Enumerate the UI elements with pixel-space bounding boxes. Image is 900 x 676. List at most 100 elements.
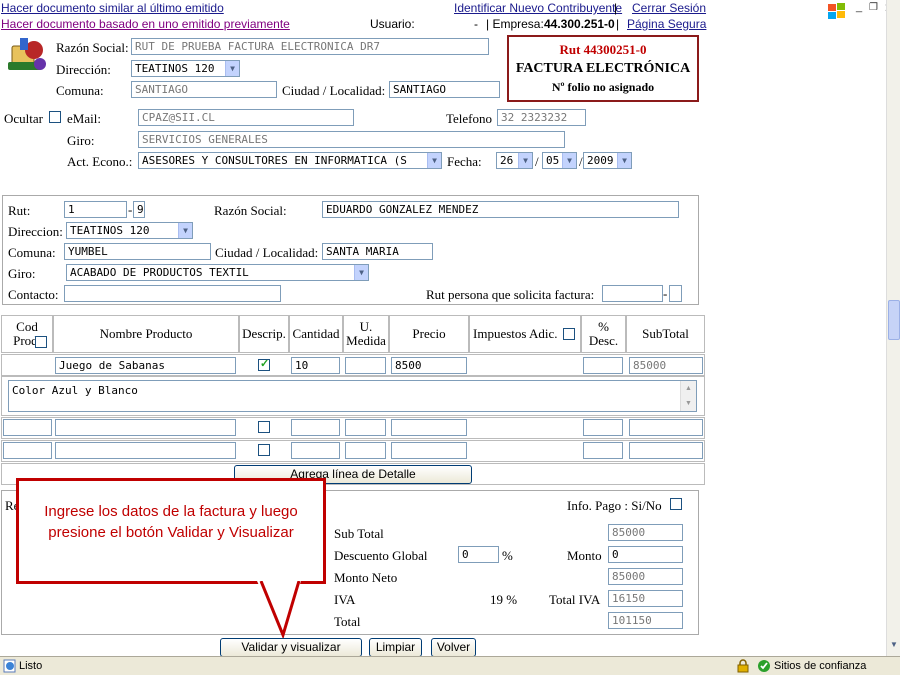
volver-button[interactable]: Volver (431, 638, 476, 657)
row1-precio-field[interactable]: 8500 (391, 357, 467, 374)
total-iva-field: 16150 (608, 590, 683, 607)
status-bar: Listo Sitios de confianza (0, 656, 900, 675)
descuento-global-field[interactable]: 0 (458, 546, 499, 563)
receptor-comuna-field[interactable]: YUMBEL (64, 243, 211, 260)
comuna-label: Comuna: (56, 83, 104, 98)
empresa-label: | Empresa: (486, 17, 544, 31)
iva-percent: 19 % (490, 592, 518, 607)
col-desc-label: % Desc. (588, 319, 619, 348)
col-desc: % Desc. (581, 315, 626, 353)
fecha-label: Fecha: (447, 154, 482, 169)
row2-cantidad-field[interactable] (291, 419, 340, 436)
receptor-dv-field[interactable]: 9 (133, 201, 145, 218)
row3-cantidad-field[interactable] (291, 442, 340, 459)
email-field[interactable]: CPAZ@SII.CL (138, 109, 354, 126)
vertical-scrollbar[interactable]: ▼ (886, 0, 900, 656)
col-umedida: U. Medida (343, 315, 389, 353)
receptor-razon-label: Razón Social: (214, 203, 287, 218)
col-precio: Precio (389, 315, 469, 353)
total-iva-label: Total IVA (549, 592, 601, 607)
limpiar-button[interactable]: Limpiar (369, 638, 422, 657)
receptor-ciudad-label: Ciudad / Localidad: (215, 245, 319, 260)
fecha-day-select[interactable]: 26 ▼ (496, 152, 533, 169)
row1-nombre-field[interactable]: Juego de Sabanas (55, 357, 236, 374)
minimize-icon[interactable]: _ (856, 1, 862, 13)
fecha-month-select[interactable]: 05 ▼ (542, 152, 577, 169)
row3-desc-field[interactable] (583, 442, 623, 459)
col-subtotal-label: SubTotal (642, 326, 689, 341)
col-descrip: Descrip. (239, 315, 289, 353)
row3-descrip-checkbox[interactable] (258, 444, 270, 456)
row3-subtotal-field (629, 442, 703, 459)
link-similar-document[interactable]: Hacer documento similar al último emitid… (1, 1, 224, 15)
receptor-razon-field[interactable]: EDUARDO GONZALEZ MENDEZ (322, 201, 679, 218)
iva-label: IVA (334, 592, 356, 607)
row2-desc-field[interactable] (583, 419, 623, 436)
rut-solicita-field[interactable] (602, 285, 663, 302)
ciudad-label: Ciudad / Localidad: (282, 83, 386, 98)
col-nombre-label: Nombre Producto (99, 326, 193, 341)
receptor-direccion-select[interactable]: TEATINOS 120 ▼ (66, 222, 193, 239)
info-pago-checkbox[interactable] (670, 498, 682, 510)
row1-subtotal-field: 85000 (629, 357, 703, 374)
rut-solicita-dv-field[interactable] (669, 285, 682, 302)
receptor-ciudad-field[interactable]: SANTA MARIA (322, 243, 433, 260)
giro-field[interactable]: SERVICIOS GENERALES (138, 131, 565, 148)
scroll-down-icon[interactable]: ▼ (887, 640, 900, 654)
trusted-sites-icon (757, 659, 771, 676)
link-identify-taxpayer[interactable]: Identificar Nuevo Contribuyente (454, 1, 622, 15)
receptor-giro-select[interactable]: ACABADO DE PRODUCTOS TEXTIL ▼ (66, 264, 369, 281)
row2-umedida-field[interactable] (345, 419, 386, 436)
col-cantidad: Cantidad (289, 315, 343, 353)
monto-field[interactable]: 0 (608, 546, 683, 563)
dropdown-arrow-icon: ▼ (225, 61, 239, 76)
comuna-field[interactable]: SANTIAGO (131, 81, 277, 98)
textarea-scrollbar[interactable]: ▲ ▼ (680, 381, 696, 411)
row3-nombre-field[interactable] (55, 442, 236, 459)
callout-pointer (257, 581, 301, 640)
row2-precio-field[interactable] (391, 419, 467, 436)
telefono-label: Telefono (446, 111, 493, 126)
receptor-rut-field[interactable]: 1 (64, 201, 127, 218)
link-secure-page[interactable]: Página Segura (627, 17, 706, 31)
row3-precio-field[interactable] (391, 442, 467, 459)
link-based-document[interactable]: Hacer documento basado en uno emitido pr… (1, 17, 290, 31)
row2-nombre-field[interactable] (55, 419, 236, 436)
row1-descripcion-textarea[interactable]: Color Azul y Blanco ▲ ▼ (8, 380, 697, 412)
razon-social-field[interactable]: RUT DE PRUEBA FACTURA ELECTRONICA DR7 (131, 38, 489, 55)
receptor-giro-value: ACABADO DE PRODUCTOS TEXTIL (70, 266, 249, 279)
act-econo-select[interactable]: ASESORES Y CONSULTORES EN INFORMATICA (S… (138, 152, 442, 169)
fecha-year-select[interactable]: 2009 ▼ (583, 152, 632, 169)
monto-label: Monto (567, 548, 602, 563)
ciudad-field[interactable]: SANTIAGO (389, 81, 500, 98)
row1-cantidad-field[interactable]: 10 (291, 357, 340, 374)
row2-descrip-checkbox[interactable] (258, 421, 270, 433)
impuestos-checkbox[interactable] (563, 328, 575, 340)
total-field: 101150 (608, 612, 683, 629)
row2-subtotal-field (629, 419, 703, 436)
ocultar-checkbox[interactable] (49, 111, 61, 123)
row1-umedida-field[interactable] (345, 357, 386, 374)
scrollbar-thumb[interactable] (888, 300, 900, 340)
row3-umedida-field[interactable] (345, 442, 386, 459)
restore-icon[interactable]: ❐ (869, 2, 878, 13)
subtotal-field: 85000 (608, 524, 683, 541)
validar-visualizar-button[interactable]: Validar y visualizar (220, 638, 362, 657)
row1-descrip-checkbox[interactable] (258, 357, 270, 371)
col-descrip-label: Descrip. (242, 326, 286, 341)
row2-cod-field[interactable] (3, 419, 52, 436)
telefono-field[interactable]: 32 2323232 (497, 109, 586, 126)
contacto-field[interactable] (64, 285, 281, 302)
status-text: Listo (19, 660, 43, 672)
instruction-callout: Ingrese los datos de la factura y luego … (16, 478, 326, 584)
cod-prod-checkbox[interactable] (35, 336, 47, 348)
row1-desc-field[interactable] (583, 357, 623, 374)
descuento-global-label: Descuento Global (334, 548, 428, 563)
direccion-select[interactable]: TEATINOS 120 ▼ (131, 60, 240, 77)
row3-cod-field[interactable] (3, 442, 52, 459)
receptor-giro-label: Giro: (8, 266, 36, 281)
receptor-direccion-value: TEATINOS 120 (70, 224, 150, 237)
link-logout[interactable]: Cerrar Sesión (632, 1, 706, 15)
col-cantidad-label: Cantidad (292, 326, 340, 341)
lock-icon (737, 659, 749, 676)
